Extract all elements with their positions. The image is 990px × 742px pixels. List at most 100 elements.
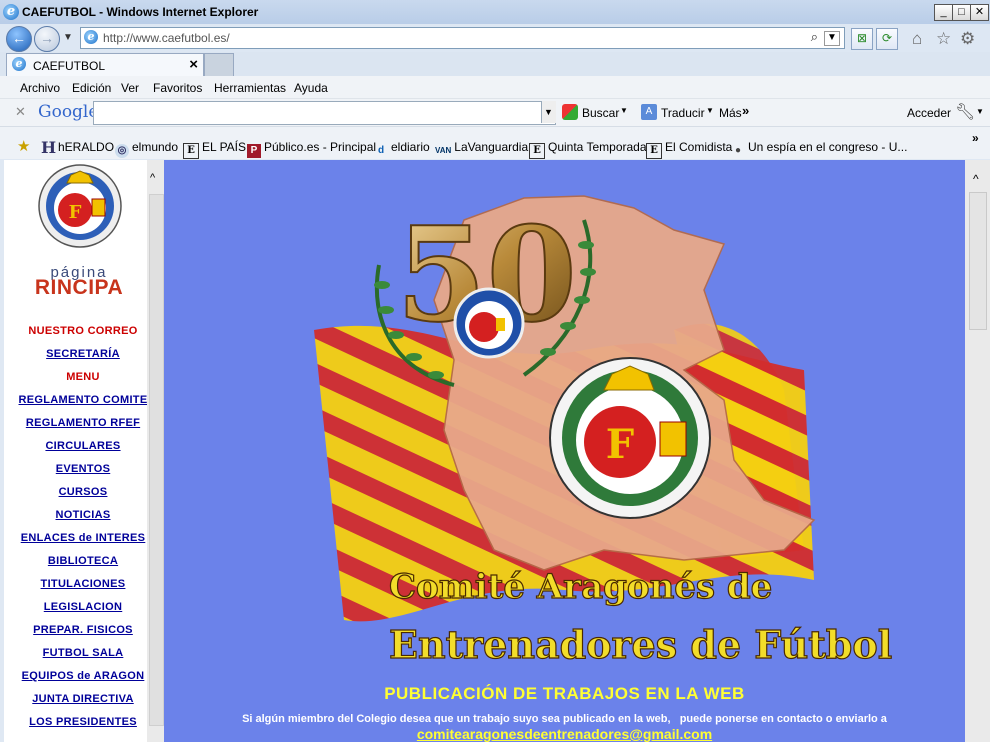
favorite-el-comidista[interactable]: E El Comidista (646, 140, 732, 159)
window-titlebar: e CAEFUTBOL - Windows Internet Explorer … (0, 0, 990, 24)
translate-icon[interactable]: A (641, 104, 657, 120)
new-tab-button[interactable] (204, 53, 234, 76)
left-scroll-thumb[interactable] (149, 194, 164, 726)
sidebar-link-titulaciones[interactable]: TITULACIONES (8, 578, 158, 590)
sidebar-link-equipos-de-aragon[interactable]: EQUIPOS de ARAGON (8, 670, 158, 682)
lavanguardia-icon: VAN (435, 146, 452, 155)
page-label-main: RINCIPA (34, 276, 124, 299)
search-dropdown-icon[interactable]: ▼ (620, 106, 628, 115)
sidebar-link-los-presidentes[interactable]: LOS PRESIDENTES (8, 716, 158, 728)
close-toolbar-icon[interactable]: ✕ (15, 104, 26, 120)
address-dropdown-icon[interactable]: ▼ (824, 31, 840, 46)
translate-button[interactable]: Traducir (661, 106, 705, 120)
wrench-icon[interactable]: 🔧︎ (955, 102, 975, 122)
favorite-label: El Comidista (665, 140, 733, 154)
wrench-dropdown-icon[interactable]: ▼ (976, 107, 984, 116)
address-bar[interactable]: e http://www.caefutbol.es/ ⌕ ▼ (80, 27, 845, 49)
hero-banner-image: 50 F Comité Aragonés de Entrenadores de … (314, 195, 893, 668)
sidebar-link-biblioteca[interactable]: BIBLIOTECA (8, 555, 158, 567)
favorite-label: EL PAÍS (202, 140, 247, 154)
sidebar-link-noticias[interactable]: NOTICIAS (8, 509, 158, 521)
close-tab-icon[interactable]: × (189, 56, 198, 73)
favorite-label: Un espía en el congreso - U... (748, 140, 908, 154)
un-espia-icon: ● (734, 145, 742, 156)
sidebar-link-junta-directiva[interactable]: JUNTA DIRECTIVA (8, 693, 158, 705)
favorite-quinta-temporada[interactable]: E Quinta Temporada (529, 140, 647, 159)
favorite-label: elmundo (132, 140, 179, 154)
sidebar-link-secretaría[interactable]: SECRETARÍA (8, 348, 158, 360)
menu-herramientas[interactable]: Herramientas (214, 81, 286, 95)
favorite-heraldo[interactable]: HhERALDO (41, 138, 114, 157)
sidebar-link-reglamento-comite[interactable]: REGLAMENTO COMITE (8, 394, 158, 406)
more-chevron-icon[interactable]: » (742, 103, 749, 118)
favorites-add-star-icon[interactable]: ★ (17, 137, 30, 155)
sidebar-link-futbol-sala[interactable]: FUTBOL SALA (8, 647, 158, 659)
menu-favoritos[interactable]: Favoritos (153, 81, 202, 95)
sidebar-link-prepar-fisicos[interactable]: PREPAR. FISICOS (8, 624, 158, 636)
elmundo-icon: ◎ (115, 144, 129, 158)
google-search-dropdown[interactable]: ▼ (541, 101, 556, 123)
history-dropdown-icon[interactable]: ▼ (63, 32, 73, 43)
favorite-elpais[interactable]: E EL PAÍS (183, 140, 246, 159)
minimize-button[interactable]: _ (934, 4, 953, 21)
sidebar-link-legislacion[interactable]: LEGISLACION (8, 601, 158, 613)
sidebar-link-nuestro-correo[interactable]: NUESTRO CORREO (8, 325, 158, 337)
el-comidista-icon: E (646, 143, 662, 159)
publication-heading: PUBLICACIÓN DE TRABAJOS EN LA WEB (384, 684, 745, 703)
google-search-button[interactable]: Buscar (582, 106, 619, 120)
tab-strip: e CAEFUTBOL × (0, 52, 990, 76)
contact-email-link[interactable]: comitearagonesdeentrenadores@gmail.com (164, 726, 965, 742)
scroll-up-arrow-icon[interactable]: ^ (150, 172, 155, 184)
google-search-input[interactable] (93, 101, 556, 125)
window-title: CAEFUTBOL - Windows Internet Explorer (22, 5, 259, 19)
menu-edicion[interactable]: Edición (72, 81, 111, 95)
favorite-eldiario[interactable]: d eldiario (374, 140, 430, 158)
home-icon[interactable]: ⌂ (912, 29, 922, 49)
main-scrollbar[interactable]: ^ (965, 160, 990, 742)
eldiario-icon: d (377, 145, 385, 156)
svg-text:F: F (606, 421, 634, 468)
hero-title-line1: Comité Aragonés de (389, 567, 772, 607)
menu-archivo[interactable]: Archivo (20, 81, 60, 95)
signin-button[interactable]: Acceder (907, 106, 951, 120)
more-button[interactable]: Más (719, 106, 742, 120)
menu-ver[interactable]: Ver (121, 81, 139, 95)
favorites-star-icon[interactable]: ☆ (936, 29, 951, 49)
search-icon[interactable]: ⌕ (811, 29, 818, 45)
favorite-elmundo[interactable]: ◎ elmundo (115, 140, 178, 158)
forward-button[interactable]: → (34, 26, 60, 52)
maximize-button[interactable]: □ (952, 4, 971, 21)
favorite-label: Público.es - Principal (264, 140, 377, 154)
favorite-label: eldiario (391, 140, 430, 154)
elpais-icon: E (183, 143, 199, 159)
favorite-lavanguardia[interactable]: VAN LaVanguardia (435, 140, 528, 158)
gear-icon[interactable]: ⚙ (960, 29, 975, 49)
sidebar-link-eventos[interactable]: EVENTOS (8, 463, 158, 475)
ie-logo-icon: e (3, 4, 19, 20)
left-frame-scrollbar[interactable]: ^ (147, 160, 164, 742)
refresh-icon[interactable]: ⟳ (876, 28, 898, 50)
tab-caefutbol[interactable]: e CAEFUTBOL × (6, 53, 204, 76)
sidebar-link-circulares[interactable]: CIRCULARES (8, 440, 158, 452)
google-toolbar: ✕ Google ▼ Buscar ▼ A Traducir ▼ Más » A… (0, 98, 990, 127)
sidebar-link-menu[interactable]: MENU (8, 371, 158, 383)
sidebar-link-enlaces-de-interes[interactable]: ENLACES de INTERES (8, 532, 158, 544)
close-window-button[interactable]: ✕ (970, 4, 989, 21)
menu-bar: Archivo Edición Ver Favoritos Herramient… (0, 76, 990, 98)
main-scroll-thumb[interactable] (969, 192, 987, 330)
google-search-icon[interactable] (562, 104, 578, 120)
heraldo-icon: H (41, 138, 57, 157)
favorites-overflow-chevron-icon[interactable]: » (972, 131, 979, 145)
address-url[interactable]: http://www.caefutbol.es/ (103, 31, 230, 45)
sidebar-link-reglamento-rfef[interactable]: REGLAMENTO RFEF (8, 417, 158, 429)
back-button[interactable]: ← (6, 26, 32, 52)
favorite-un-espia[interactable]: ● Un espía en el congreso - U... (731, 140, 907, 158)
sidebar-link-cursos[interactable]: CURSOS (8, 486, 158, 498)
favorites-bar: ★ HhERALDO ◎ elmundo E EL PAÍS P Público.es… (0, 126, 990, 159)
favorite-publico[interactable]: P Público.es - Principal (247, 140, 376, 158)
compatibility-view-icon[interactable]: ⊠ (851, 28, 873, 50)
menu-ayuda[interactable]: Ayuda (294, 81, 328, 95)
favorite-label: Quinta Temporada (548, 140, 647, 154)
scroll-up-arrow-icon[interactable]: ^ (973, 172, 979, 186)
translate-dropdown-icon[interactable]: ▼ (706, 106, 714, 115)
